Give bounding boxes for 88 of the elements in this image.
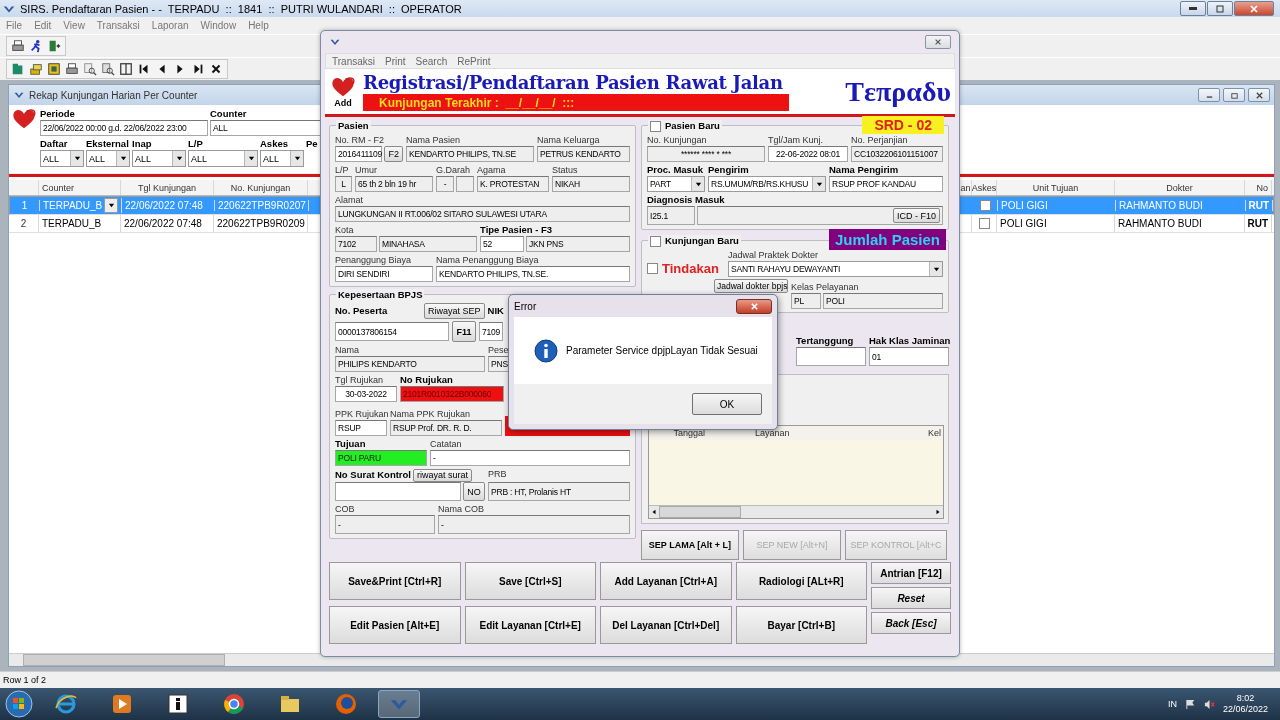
field-label: Inap <box>132 138 153 150</box>
field-label: COB <box>335 503 356 515</box>
checkbox-label: Pasien Baru <box>665 120 720 132</box>
field-label: No. RM - F2 <box>335 134 385 146</box>
table-cell: TERPADU_B <box>40 198 122 213</box>
field-label: No Surat Kontrol <box>335 469 411 481</box>
field-label: Tgl Rujukan <box>335 374 385 386</box>
table-cell: RAHMANTO BUDI <box>1116 200 1246 211</box>
field-label: No. Perjanjian <box>851 134 909 146</box>
field-label: Periode <box>40 108 76 120</box>
table-cell: 22/06/2022 07:48 <box>122 200 215 211</box>
field-label: Nama <box>335 344 360 356</box>
patient-count-badge: Jumlah Pasien <box>828 229 946 250</box>
field-label: Counter <box>210 108 248 120</box>
field-label: Nama Pengirim <box>829 164 900 176</box>
field-label: Askes <box>260 138 289 150</box>
clock-date: 22/06/2022 <box>1222 704 1268 715</box>
unit-badge: SRD - 02 <box>862 116 944 134</box>
field-label: G.Darah <box>436 164 471 176</box>
table-cell: POLI GIGI <box>997 215 1115 232</box>
column-header: Unit Tujuan <box>997 180 1115 195</box>
field-label: Pese <box>488 344 510 356</box>
field-label: PRB <box>488 468 508 480</box>
field-label: Nama Pasien <box>406 134 462 146</box>
table-cell: 220622TPB9R0207 <box>215 200 309 211</box>
table-cell: POLI GIGI <box>998 200 1116 211</box>
field-label: Status <box>552 164 579 176</box>
field-label: Diagnosis Masuk <box>647 194 726 206</box>
table-cell: 22/06/2022 07:48 <box>121 215 214 232</box>
field-label: Agama <box>477 164 507 176</box>
table-cell: RAHMANTO BUDI <box>1115 215 1245 232</box>
row-number: 2 <box>9 215 39 232</box>
dialog-title: Error <box>514 300 537 312</box>
add-label: Add <box>334 97 352 108</box>
field-label: Tipe Pasien - F3 <box>480 224 554 236</box>
clock-time: 8:02 <box>1236 693 1255 704</box>
field-label: No Rujukan <box>400 374 454 386</box>
column-header: Askes <box>972 180 997 195</box>
column-header: No <box>1245 180 1272 195</box>
field-label: Tertanggung <box>796 335 855 347</box>
field-label: Kota <box>335 224 355 236</box>
checkbox-label: Tindakan <box>662 260 719 276</box>
column-header: Layanan <box>754 427 791 440</box>
column-header: No. Kunjungan <box>214 180 308 195</box>
field-label: Alamat <box>335 194 364 206</box>
field-label: Nama COB <box>438 503 485 515</box>
window-title: SIRS. Pendaftaran Pasien - - TERPADU :: 1841 :: PUTRI WULANDARI :: OPERATOR <box>20 2 462 15</box>
field-label: Eksternal <box>86 138 130 150</box>
field-label: Nama Keluarga <box>537 134 601 146</box>
report-title: Rekap Kunjungan Harian Per Counter <box>29 89 198 101</box>
status-text: Row 1 of 2 <box>3 675 47 685</box>
field-label: Kelas Pelayanan <box>791 281 860 293</box>
field-label: NIK <box>487 305 504 317</box>
table-cell: RUT <box>1245 215 1272 232</box>
field-label: L/P <box>188 138 204 150</box>
field-label: Tujuan <box>335 438 367 450</box>
field-label: Hak Klas Jaminan <box>869 335 949 347</box>
group-title: Kepesertaan BPJS <box>336 289 425 301</box>
table-cell: TERPADU_B <box>39 215 121 232</box>
column-header: Dokter <box>1115 180 1245 195</box>
field-label: No. Peserta <box>335 305 389 317</box>
field-label: Jadwal Praktek Dokter <box>728 249 820 261</box>
field-label: PPK Rujukan <box>335 408 387 420</box>
field-label: Nama PPK Rujukan <box>390 408 472 420</box>
field-label: Pengirim <box>708 164 750 176</box>
error-message: Parameter Service dpjpLayan Tidak Sesuai <box>566 345 758 356</box>
form-heading: Registrasi/Pendaftaran Pasien Rawat Jalan <box>363 72 784 93</box>
checkbox-label: Kunjungan Baru <box>665 235 739 247</box>
field-label: Catatan <box>430 438 463 450</box>
field-label: Umur <box>355 164 378 176</box>
column-header: Counter <box>39 180 121 195</box>
field-label: Proc. Masuk <box>647 164 704 176</box>
row-number: 1 <box>10 200 40 211</box>
column-header: Tgl Kunjungan <box>121 180 214 195</box>
field-label: Pe <box>306 138 318 150</box>
field-label: Nama Penanggung Biaya <box>436 254 540 266</box>
field-label: Penanggung Biaya <box>335 254 413 266</box>
column-header: Kel <box>927 427 942 440</box>
field-label: Tgl/Jam Kunj. <box>768 134 825 146</box>
field-label: Daftar <box>40 138 69 150</box>
last-visit-text: Kunjungan Terakhir : __/__/__/ ::: <box>379 95 575 110</box>
logo-text: Tεπραδυ <box>845 75 952 108</box>
field-label: No. Kunjungan <box>647 134 708 146</box>
field-label: L/P <box>335 164 350 176</box>
table-cell: RUT <box>1246 200 1273 211</box>
table-cell: 220622TPB9R0209 <box>214 215 308 232</box>
column-header: Tanggal <box>672 427 706 440</box>
group-title: Pasien <box>336 120 371 132</box>
